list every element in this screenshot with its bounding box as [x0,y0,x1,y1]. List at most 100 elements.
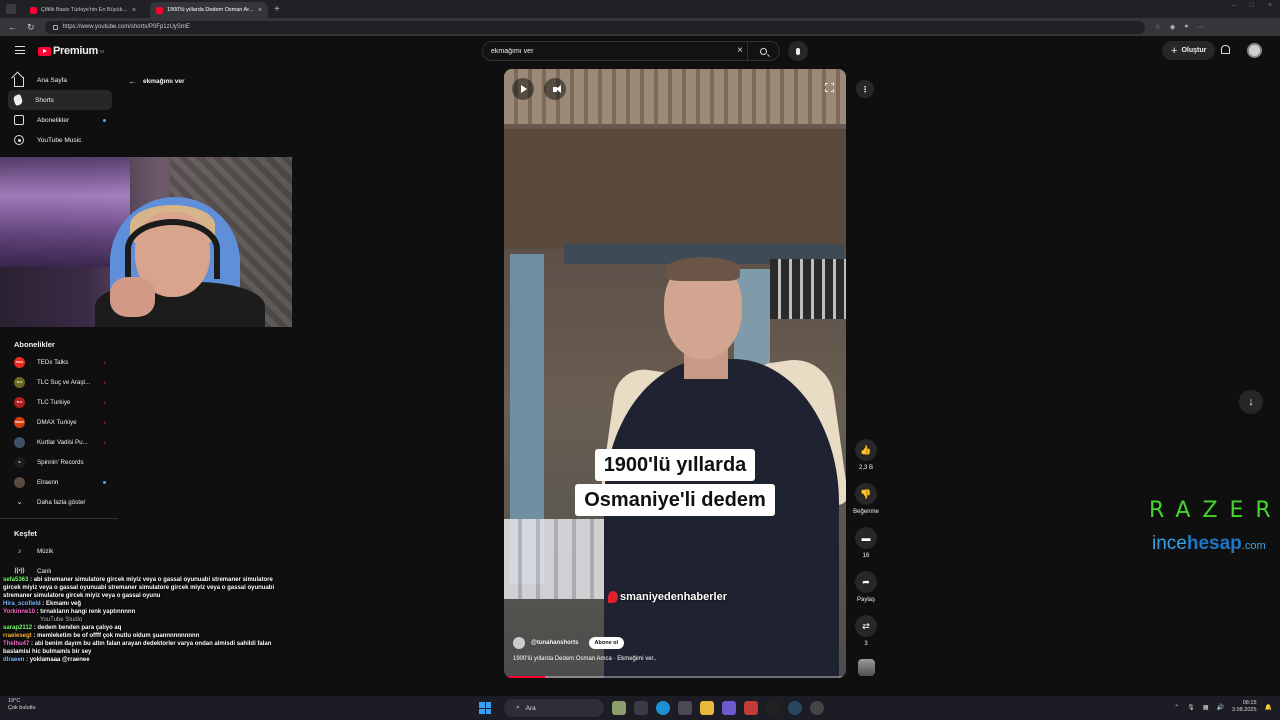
search-box: × [482,41,780,61]
task-view-icon[interactable] [634,701,648,715]
weather-widget[interactable]: 19°C Çok bulutlu [8,698,36,712]
browser-tab[interactable]: Çiftlik Basic Türkiye'nin En Büyük... × [24,2,142,18]
share-button[interactable]: ➦ [855,571,877,593]
volume-button[interactable] [544,78,566,100]
dislike-button[interactable]: 👎 [855,483,877,505]
browser-tab-active[interactable]: 1900'lü yıllarda Dedem Osman Ar... × [150,2,268,18]
remix-action: ⇄ 3 [855,615,877,659]
maximize-icon[interactable]: □ [1250,2,1254,9]
chat-username: Thelhu47 [3,641,30,647]
network-icon[interactable]: ▦ [1203,704,1209,711]
new-tab-icon[interactable]: + [274,4,280,15]
sidebar-item-tedx-talks[interactable]: TEDx TEDx Talks ● [8,352,112,372]
live-dot-icon: ● [103,419,106,425]
sidebar-item-home[interactable]: Ana Sayfa [8,70,112,90]
sidebar-divider [0,518,118,519]
more-options-button[interactable]: ⋮ [856,80,874,98]
clear-icon[interactable]: × [737,45,743,56]
more-icon[interactable]: ⋯ [1197,23,1204,31]
sidebar-item-elraenn[interactable]: Elraenn [8,472,112,492]
app-icon[interactable] [678,701,692,715]
sound-thumbnail[interactable] [857,659,875,676]
sidebar-item-spinnin-records[interactable]: S Spinnin' Records [8,452,112,472]
channel-name: Kurtlar Vadisi Pu... [37,438,88,446]
show-more-button[interactable]: ⌄ Daha fazla göster [8,492,112,512]
remix-button[interactable]: ⇄ [855,615,877,637]
sidebar-item-music[interactable]: ♪ Müzik [8,541,112,561]
app-icon[interactable] [744,701,758,715]
star-icon[interactable]: ☆ [1155,23,1161,31]
mic-icon[interactable]: 🎙 [1187,704,1195,711]
sidebar-item-shorts[interactable]: Shorts [8,90,112,110]
channel-handle[interactable]: @tunahanshorts [531,640,579,646]
terminal-icon[interactable] [766,701,780,715]
speaker-icon[interactable]: 🔊 [1217,704,1224,711]
back-arrow-icon[interactable]: ← [128,76,137,86]
live-dot-icon: ● [103,359,106,365]
search-button[interactable] [747,42,779,60]
subscribe-button[interactable]: Abone ol [588,637,625,649]
incehesap-logo: incehesap.com [1152,533,1266,555]
steam-icon[interactable] [788,701,802,715]
file-explorer-icon[interactable] [700,701,714,715]
sidebar-item-label: Shorts [35,96,54,104]
profile-icon[interactable]: ● [1184,23,1188,31]
sidebar-item-label: YouTube Music [37,136,82,144]
video-watermark: smaniyedenhaberler [608,591,727,603]
youtube-logo[interactable]: Premium TR [38,45,104,57]
taskbar-search[interactable]: ⌕ Ara [504,699,604,717]
location-pin-icon [608,591,618,603]
search-back-row[interactable]: ← ekmağımı ver [128,76,185,86]
discord-icon[interactable] [722,701,736,715]
minimize-icon[interactable]: – [1232,2,1236,9]
channel-avatar[interactable] [513,637,525,649]
youtube-favicon-icon [156,6,163,14]
comment-button[interactable]: ▬ [855,527,877,549]
voice-search-button[interactable] [788,41,808,61]
next-video-button[interactable]: ↓ [1239,390,1263,414]
sidebar-item-youtube-music[interactable]: YouTube Music [8,130,112,150]
razer-logo: RAZER [1149,498,1280,523]
back-label: ekmağımı ver [143,77,185,85]
search-icon: ⌕ [516,704,520,711]
shorts-video-player[interactable]: 1900'lü yıllarda Osmaniye'li dedem smani… [504,69,846,678]
sidebar-item-subscriptions[interactable]: Abonelikler [8,110,112,130]
notifications-bell-icon[interactable] [1221,45,1230,54]
arrow-down-icon: ↓ [1248,396,1254,408]
sidebar-item-kurtlar-vadisi[interactable]: Kurtlar Vadisi Pu... ● [8,432,112,452]
account-avatar[interactable] [1247,43,1262,58]
extension-icons: ☆ ◆ ● ⋯ [1155,23,1205,31]
search-input[interactable] [491,47,731,55]
channel-avatar [14,436,25,448]
channel-name: TLC Turkiye [37,398,71,406]
video-title[interactable]: 1900'lü yıllarda Dedem Osman Amca · Ekme… [513,656,657,662]
close-icon[interactable]: × [258,7,262,14]
notification-icon[interactable]: 🔔 [1265,704,1272,711]
widget-app-icon[interactable] [612,701,626,715]
sidebar-item-tlc-turkiye[interactable]: TLC TLC Turkiye ● [8,392,112,412]
close-window-icon[interactable]: × [1268,2,1272,9]
play-button[interactable] [512,78,534,100]
webcam-hand [110,277,155,317]
system-tray: ⌃ 🎙 ▦ 🔊 08:15 3.08.2025 🔔 [1174,700,1272,714]
url-field[interactable]: https://www.youtube.com/shorts/P0Fp1zUyS… [44,20,1145,34]
extensions-icon[interactable]: ◆ [1170,23,1175,31]
like-button[interactable]: 👍 [855,439,877,461]
create-button[interactable]: + Oluştur [1162,41,1216,60]
chevron-up-icon[interactable]: ⌃ [1174,704,1179,711]
window-menu-icon[interactable] [6,4,16,14]
fullscreen-icon[interactable] [825,83,834,92]
explore-title: Keşfet [14,528,37,538]
obs-icon[interactable] [810,701,824,715]
close-icon[interactable]: × [132,7,136,14]
taskbar-clock[interactable]: 08:15 3.08.2025 [1232,700,1256,714]
edge-browser-icon[interactable] [656,701,670,715]
sidebar-item-tlc-suc[interactable]: TLC TLC Suç ve Araşt... ● [8,372,112,392]
back-icon[interactable]: ← [8,22,17,32]
video-progress-bar[interactable] [504,676,846,678]
channel-name: Elraenn [37,478,59,486]
windows-start-icon[interactable] [479,702,491,714]
hamburger-menu-icon[interactable] [15,46,25,54]
sidebar-item-dmax-turkiye[interactable]: DMAX DMAX Turkiye ● [8,412,112,432]
reload-icon[interactable]: ↻ [27,22,35,33]
